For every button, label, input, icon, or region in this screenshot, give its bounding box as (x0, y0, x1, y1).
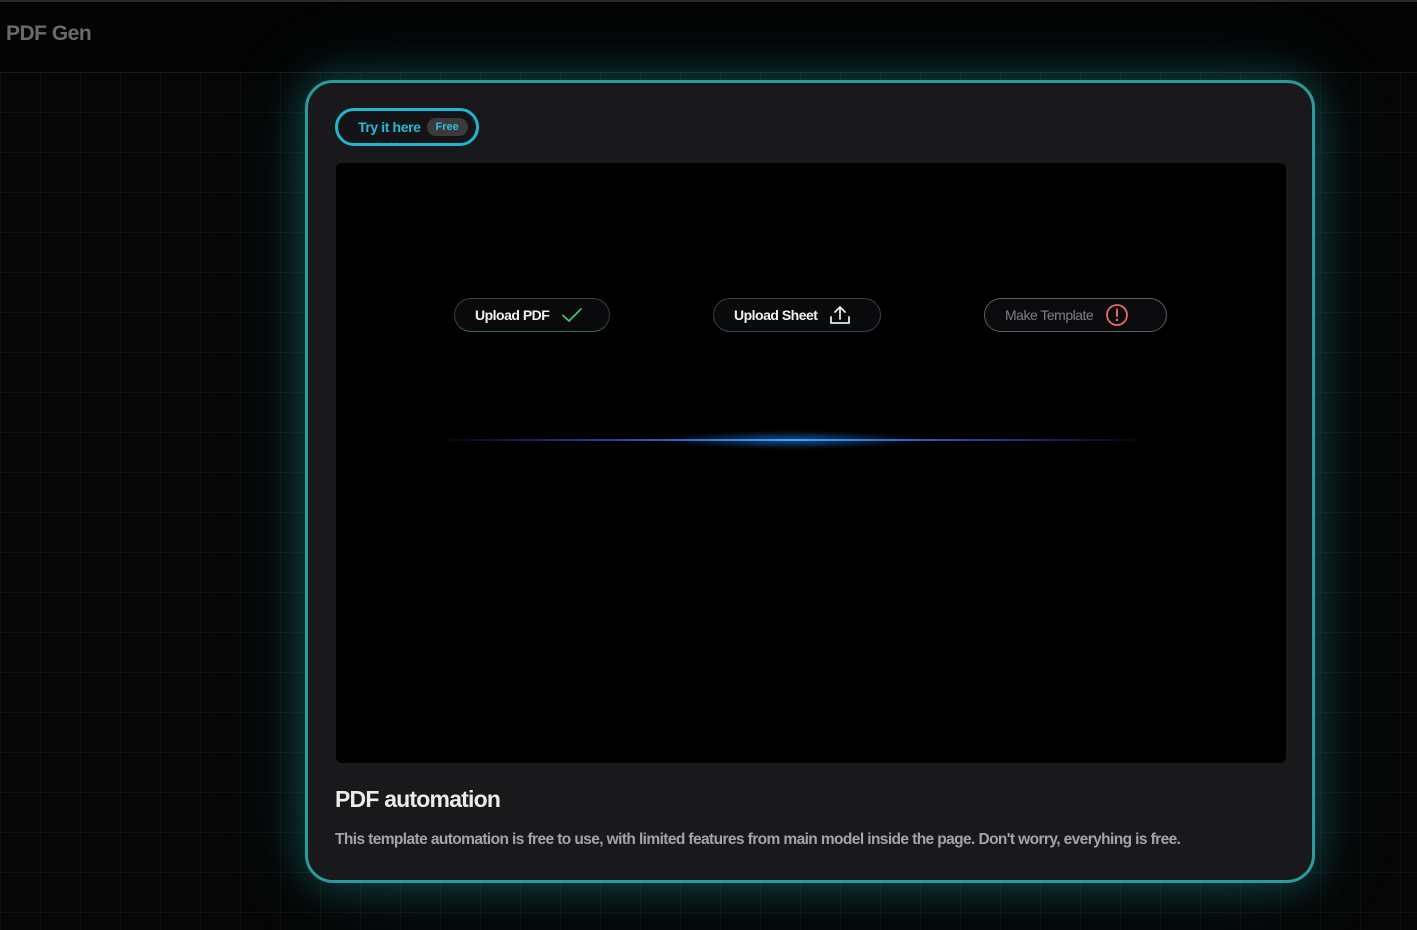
try-it-here-button[interactable]: Try it here Free (335, 108, 479, 146)
progress-beam (436, 439, 1146, 441)
make-template-button[interactable]: Make Template (984, 298, 1167, 332)
free-badge: Free (426, 118, 468, 136)
try-it-here-label: Try it here (358, 119, 421, 135)
check-icon (561, 306, 583, 324)
upload-sheet-button[interactable]: Upload Sheet (713, 298, 881, 332)
upload-sheet-label: Upload Sheet (734, 307, 818, 323)
pdf-automation-card: Try it here Free Upload PDF Upload Sheet (305, 80, 1315, 883)
brand-logo-text[interactable]: PDF Gen (6, 22, 92, 46)
upload-pdf-label: Upload PDF (475, 307, 550, 323)
upload-icon (829, 304, 851, 326)
card-description: This template automation is free to use,… (335, 831, 1181, 848)
header: PDF Gen (0, 2, 1417, 73)
page: PDF Gen Try it here Free Upload PDF Uplo… (0, 0, 1417, 930)
make-template-label: Make Template (1005, 307, 1094, 323)
alert-circle-icon (1105, 303, 1129, 327)
card-title: PDF automation (335, 786, 501, 812)
upload-pdf-button[interactable]: Upload PDF (454, 298, 610, 332)
demo-stage: Upload PDF Upload Sheet Make Template (336, 163, 1286, 763)
